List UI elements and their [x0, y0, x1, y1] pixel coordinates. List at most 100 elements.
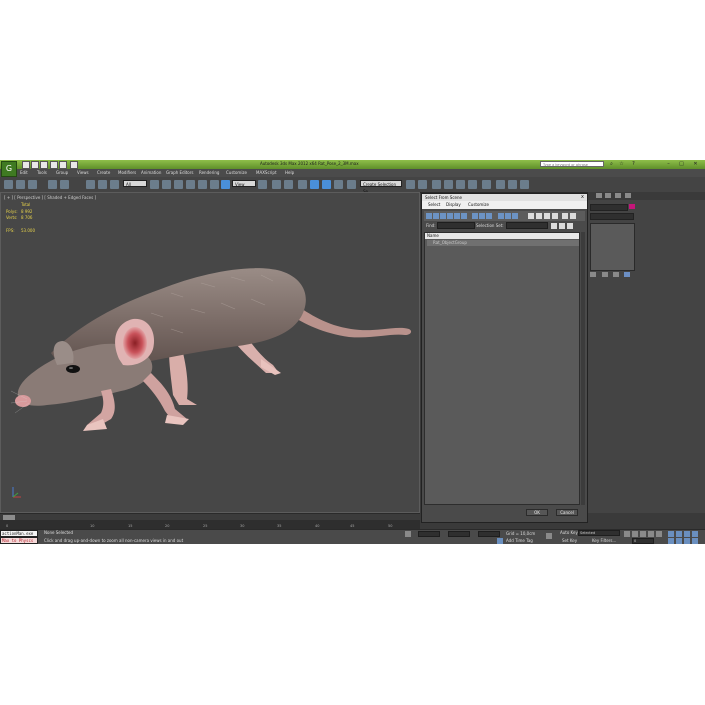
redo-icon[interactable]: [59, 161, 67, 169]
rendered-frame-window-icon[interactable]: [508, 180, 517, 189]
selection-set-add-icon[interactable]: [559, 223, 565, 229]
key-filters-button[interactable]: Key Filters...: [592, 538, 616, 543]
material-editor-icon[interactable]: [482, 180, 491, 189]
maxscript-listener-line1[interactable]: actionMan.exe: [0, 530, 38, 537]
menu-maxscript[interactable]: MAXScript: [256, 170, 277, 175]
lock-selection-icon[interactable]: [405, 531, 411, 537]
graphite-ribbon-icon[interactable]: [444, 180, 453, 189]
menu-help[interactable]: Help: [285, 170, 294, 175]
menu-views[interactable]: Views: [77, 170, 89, 175]
list-scrollbar[interactable]: [581, 232, 585, 505]
menu-modifiers[interactable]: Modifiers: [118, 170, 136, 175]
menu-create[interactable]: Create: [97, 170, 110, 175]
auto-key-button[interactable]: Auto Key: [560, 530, 578, 535]
select-invert-icon[interactable]: [544, 213, 550, 219]
zoom-extents-all-icon[interactable]: [692, 531, 698, 537]
go-to-start-icon[interactable]: [624, 531, 630, 537]
play-icon[interactable]: [640, 531, 646, 537]
help-icon[interactable]: ?: [630, 161, 637, 167]
viewport-label[interactable]: [ + ] [ Perspective ] [ Shaded + Edged F…: [4, 195, 96, 200]
highlight-icon[interactable]: [570, 213, 576, 219]
select-and-scale-icon[interactable]: [198, 180, 207, 189]
menu-rendering[interactable]: Rendering: [199, 170, 219, 175]
minimize-button[interactable]: –: [665, 161, 672, 167]
move-icon[interactable]: [210, 180, 219, 189]
field-of-view-icon[interactable]: [668, 538, 674, 544]
redo-icon[interactable]: [16, 180, 25, 189]
show-end-result-icon[interactable]: [602, 272, 608, 277]
object-color-swatch[interactable]: [629, 204, 635, 209]
display-geometry-icon[interactable]: [426, 213, 432, 219]
snaps-toggle-icon[interactable]: [298, 180, 307, 189]
display-lights-icon[interactable]: [440, 213, 446, 219]
reference-coordinate-dropdown[interactable]: View: [232, 180, 256, 187]
help-search-icon[interactable]: ⌕: [608, 161, 615, 167]
list-item[interactable]: Rat_ObjectGroup: [427, 240, 579, 246]
menu-edit[interactable]: Edit: [20, 170, 28, 175]
bind-spacewarp-icon[interactable]: [60, 180, 69, 189]
dialog-menu-customize[interactable]: Customize: [468, 202, 489, 207]
named-selection-dropdown[interactable]: Create Selection Se: [360, 180, 402, 194]
layer-manager-icon[interactable]: [432, 180, 441, 189]
column-header-name[interactable]: Name: [425, 233, 579, 239]
modifier-stack[interactable]: [590, 223, 635, 271]
display-none-icon[interactable]: [505, 213, 511, 219]
search-input[interactable]: Type a keyword or phrase: [540, 161, 604, 167]
add-time-tag-icon[interactable]: [497, 538, 503, 544]
scene-object-list[interactable]: Name Rat_ObjectGroup: [424, 232, 580, 505]
go-to-end-icon[interactable]: [656, 531, 662, 537]
modifier-list-dropdown[interactable]: [590, 213, 634, 220]
key-selection-dropdown[interactable]: Selected: [578, 530, 620, 536]
dialog-menu-display[interactable]: Display: [446, 202, 461, 207]
zoom-extents-icon[interactable]: [684, 531, 690, 537]
display-cameras-icon[interactable]: [447, 213, 453, 219]
undo-icon[interactable]: [50, 161, 58, 169]
menu-group[interactable]: Group: [56, 170, 68, 175]
app-logo[interactable]: G: [1, 161, 17, 177]
cancel-button[interactable]: Cancel: [556, 509, 578, 516]
menu-customize[interactable]: Customize: [226, 170, 247, 175]
maxscript-listener-line2[interactable]: Max to Physcs: [0, 537, 38, 544]
modify-tab-icon[interactable]: [605, 193, 611, 198]
display-groups-icon[interactable]: [472, 213, 478, 219]
find-input[interactable]: [437, 222, 475, 229]
z-coordinate-field[interactable]: [478, 531, 500, 537]
set-key-button[interactable]: Set Key: [562, 538, 577, 543]
save-file-icon[interactable]: [40, 161, 48, 169]
selection-set-dropdown[interactable]: [506, 222, 548, 229]
window-crossing-icon[interactable]: [150, 180, 159, 189]
select-none-icon[interactable]: [536, 213, 542, 219]
previous-frame-icon[interactable]: [632, 531, 638, 537]
project-folder-icon[interactable]: [70, 161, 78, 169]
communication-center-icon[interactable]: ☆: [618, 161, 625, 167]
display-xrefs-icon[interactable]: [479, 213, 485, 219]
hierarchy-tab-icon[interactable]: [615, 193, 621, 198]
select-manipulate-icon[interactable]: [221, 180, 230, 189]
selection-set-edit-icon[interactable]: [551, 223, 557, 229]
select-dependents-icon[interactable]: [552, 213, 558, 219]
pan-view-icon[interactable]: [676, 538, 682, 544]
selection-region-icon[interactable]: [110, 180, 119, 189]
open-file-icon[interactable]: [31, 161, 39, 169]
current-frame-field[interactable]: 0: [632, 538, 654, 544]
edit-named-selection-icon[interactable]: [347, 180, 356, 189]
object-name-field[interactable]: [590, 204, 628, 211]
x-coordinate-field[interactable]: [418, 531, 440, 537]
mirror-icon[interactable]: [406, 180, 415, 189]
dialog-menu-select[interactable]: Select: [428, 202, 440, 207]
angle-snap-icon[interactable]: [310, 180, 319, 189]
spinner-snap-icon[interactable]: [334, 180, 343, 189]
display-bones-icon[interactable]: [486, 213, 492, 219]
display-all-icon[interactable]: [498, 213, 504, 219]
link-icon[interactable]: [28, 180, 37, 189]
selection-filter-dropdown[interactable]: All: [123, 180, 147, 187]
motion-tab-icon[interactable]: [625, 193, 631, 198]
new-file-icon[interactable]: [22, 161, 30, 169]
maximize-viewport-icon[interactable]: [692, 538, 698, 544]
select-by-name-icon[interactable]: [98, 180, 107, 189]
keyboard-shortcut-icon[interactable]: [284, 180, 293, 189]
select-and-manipulate-icon[interactable]: [272, 180, 281, 189]
add-time-tag-label[interactable]: Add Time Tag: [506, 538, 533, 543]
align-icon[interactable]: [418, 180, 427, 189]
rectangular-selection-icon[interactable]: [162, 180, 171, 189]
